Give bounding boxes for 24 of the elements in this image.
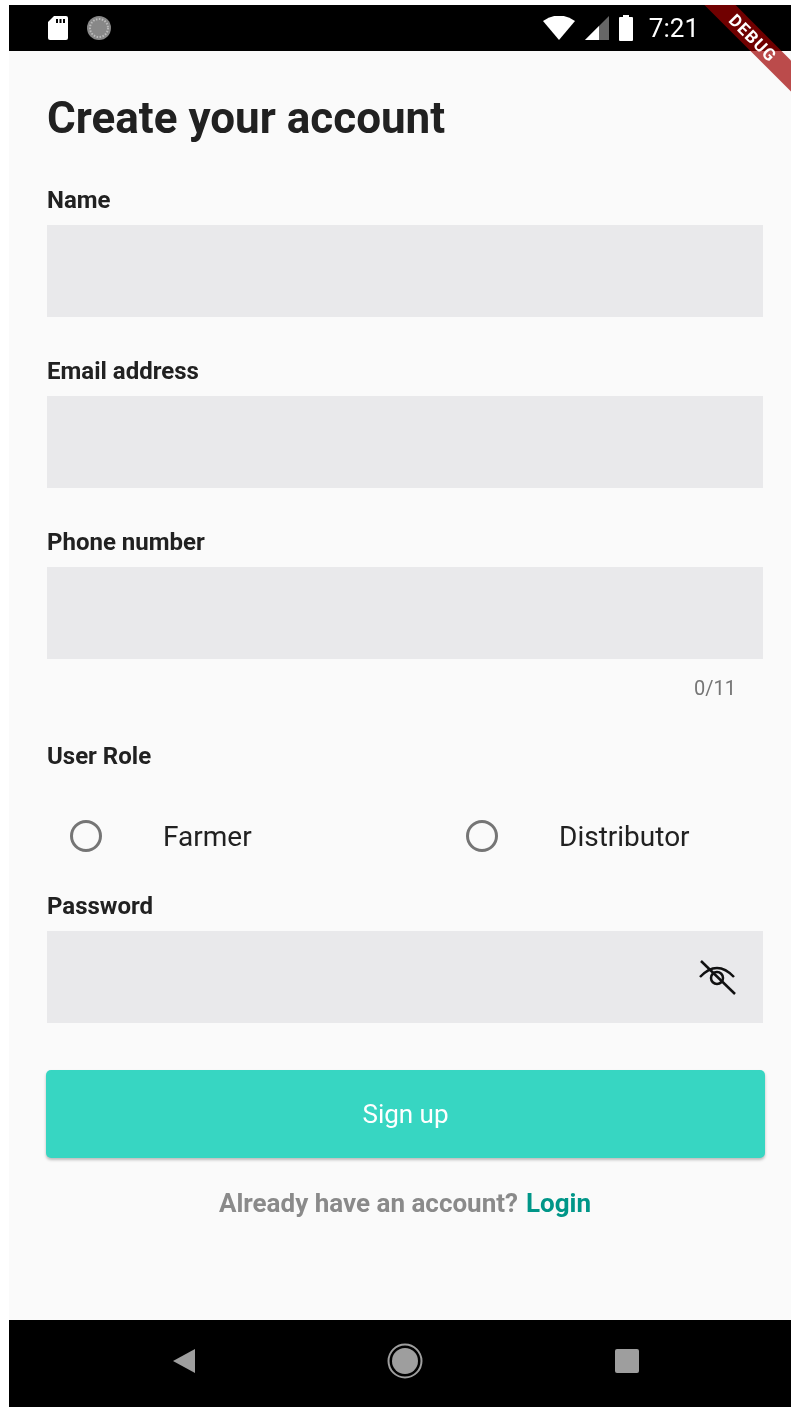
loading-icon [85,14,113,42]
page-title: Create your account [47,92,446,144]
eye-slash-icon[interactable] [697,958,737,996]
character-counter: 0/11 [694,676,736,700]
radio-button[interactable] [70,820,102,852]
sd-card-icon [48,16,68,40]
recents-icon[interactable] [615,1348,639,1373]
signal-icon [584,16,609,40]
field-label: Password [47,892,154,920]
wifi-icon [542,16,575,40]
prompt-text: Already have an account? [218,1188,518,1218]
field-label: User Role [47,742,152,770]
home-icon[interactable] [387,1342,423,1379]
clock-time: 7:21 [648,13,699,43]
field-label: Name [47,186,111,214]
field-label: Phone number [47,528,205,556]
battery-icon [618,15,633,41]
back-icon[interactable] [173,1348,195,1373]
radio-button[interactable] [466,820,498,852]
radio-label[interactable]: Farmer [163,819,252,853]
login-link[interactable]: Login [526,1188,592,1218]
field-label: Email address [47,357,199,385]
password-field[interactable] [47,931,763,1023]
radio-label[interactable]: Distributor [559,819,690,853]
